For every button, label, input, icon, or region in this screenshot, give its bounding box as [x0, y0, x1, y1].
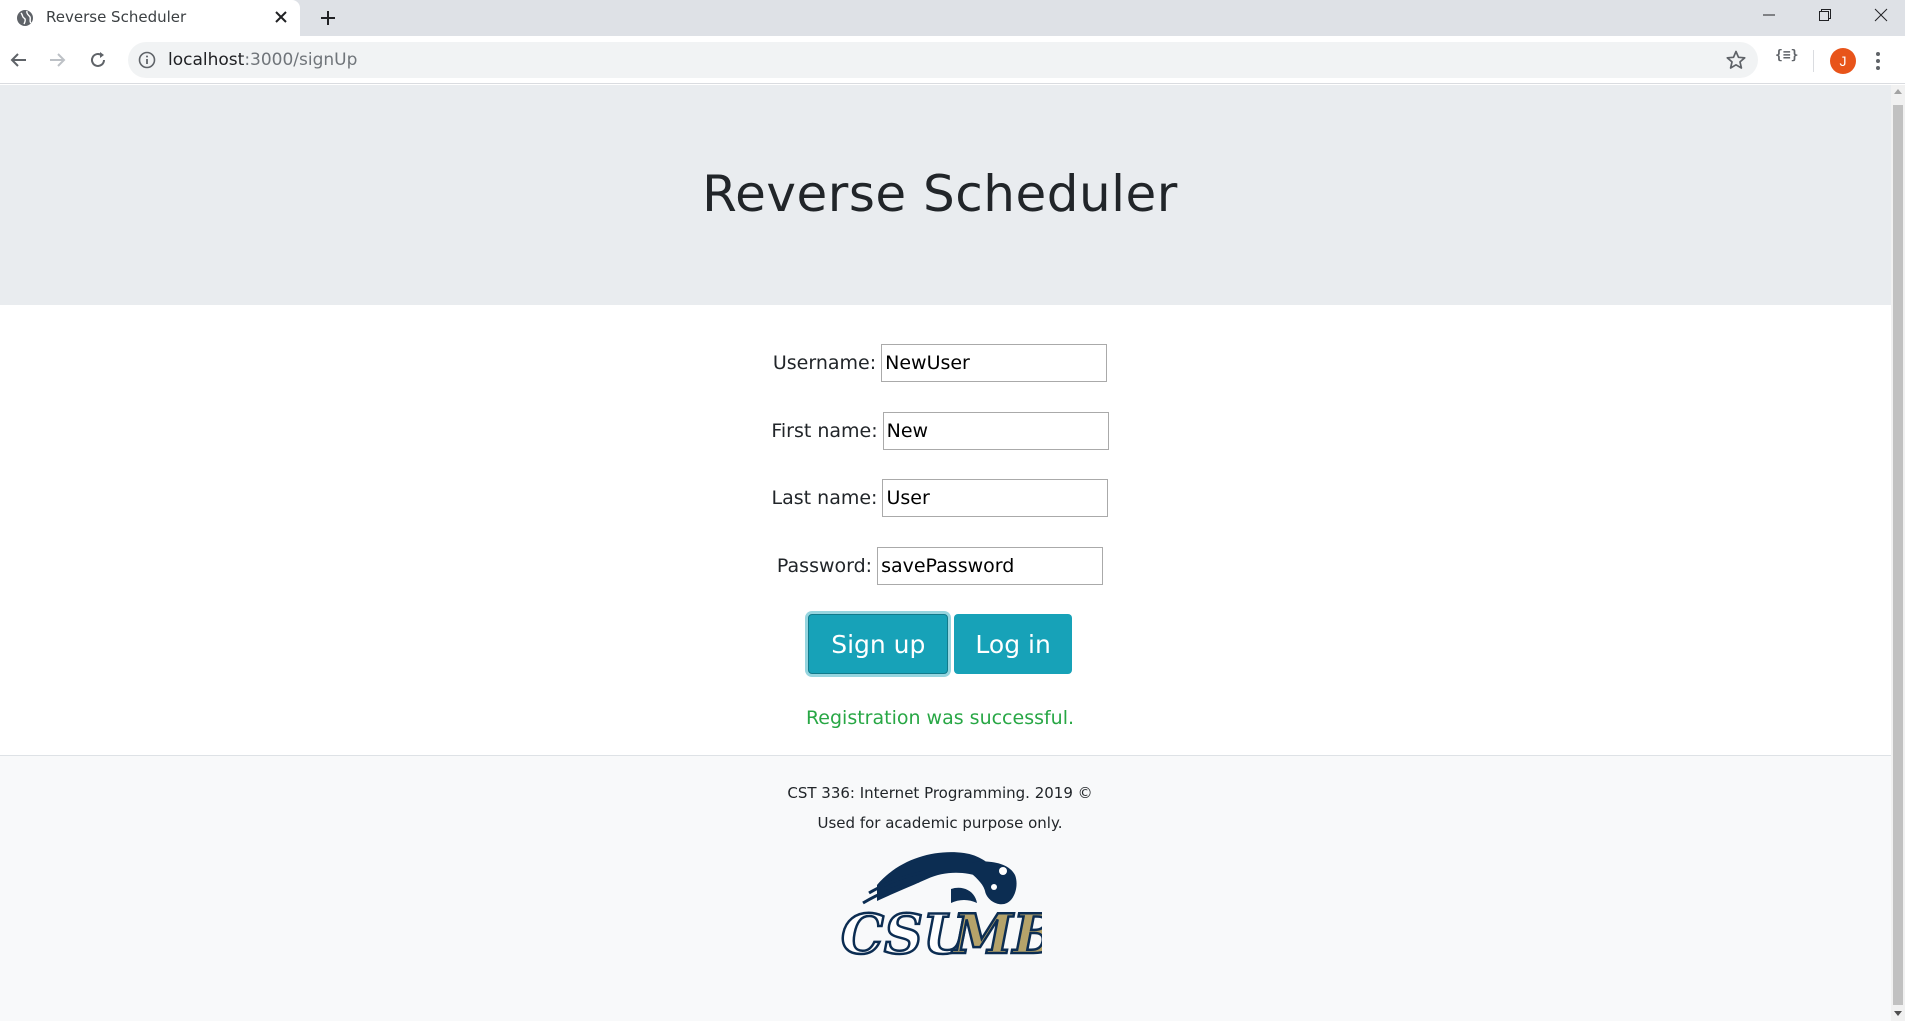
- browser-tab[interactable]: Reverse Scheduler: [0, 0, 300, 36]
- firstname-row: First name:: [0, 412, 1880, 450]
- page-viewport: Reverse Scheduler Username: First name: …: [0, 85, 1891, 1021]
- footer: CST 336: Internet Programming. 2019 © Us…: [0, 755, 1891, 1021]
- footer-course-text: CST 336: Internet Programming. 2019 ©: [787, 784, 1093, 802]
- browser-toolbar: localhost:3000/signUp: [0, 36, 1905, 84]
- reload-icon: [91, 52, 105, 67]
- username-label: Username:: [772, 352, 877, 374]
- minimize-icon: [1763, 14, 1775, 16]
- username-input[interactable]: [881, 344, 1108, 382]
- password-input[interactable]: [877, 547, 1104, 585]
- page-title: Reverse Scheduler: [702, 165, 1178, 223]
- close-icon: [1874, 8, 1888, 22]
- info-icon[interactable]: [138, 51, 156, 69]
- restore-button[interactable]: [1797, 0, 1853, 30]
- lastname-row: Last name:: [0, 479, 1880, 517]
- lastname-label: Last name:: [771, 487, 878, 509]
- new-tab-icon[interactable]: [316, 6, 340, 30]
- back-button[interactable]: [7, 48, 31, 72]
- restore-icon: [1819, 9, 1831, 21]
- star-icon[interactable]: [1725, 49, 1747, 71]
- password-label: Password:: [776, 555, 873, 577]
- form-buttons: Sign up Log in: [0, 614, 1880, 674]
- password-row: Password:: [0, 547, 1880, 585]
- scroll-thumb[interactable]: [1893, 105, 1903, 1005]
- login-button[interactable]: Log in: [954, 614, 1072, 674]
- arrow-right-icon: [50, 53, 66, 67]
- forward-button[interactable]: [45, 48, 69, 72]
- url-path: :3000/signUp: [244, 50, 358, 70]
- extension-icon[interactable]: {≡}: [1775, 48, 1798, 63]
- svg-text:MB: MB: [951, 902, 1042, 958]
- url-text[interactable]: localhost:3000/signUp: [168, 50, 357, 70]
- csumb-logo: CSU MB: [840, 852, 1042, 958]
- window-close-button[interactable]: [1853, 0, 1905, 30]
- firstname-input[interactable]: [882, 412, 1109, 450]
- status-message: Registration was successful.: [805, 707, 1075, 729]
- close-icon[interactable]: [270, 6, 292, 28]
- profile-avatar[interactable]: J: [1830, 48, 1856, 74]
- tab-strip: Reverse Scheduler: [0, 0, 1905, 36]
- tab-title: Reverse Scheduler: [46, 8, 187, 26]
- scroll-down-arrow-icon[interactable]: [1894, 1011, 1902, 1016]
- toolbar-divider: [1813, 50, 1814, 72]
- minimize-button[interactable]: [1741, 0, 1797, 30]
- url-host: localhost: [168, 50, 245, 70]
- lastname-input[interactable]: [882, 479, 1109, 517]
- scroll-up-arrow-icon[interactable]: [1894, 89, 1902, 94]
- firstname-label: First name:: [771, 420, 878, 442]
- globe-icon: [17, 10, 33, 26]
- signup-button[interactable]: Sign up: [808, 614, 949, 674]
- arrow-left-icon: [10, 53, 26, 67]
- address-bar[interactable]: localhost:3000/signUp: [128, 42, 1758, 78]
- footer-disclaimer: Used for academic purpose only.: [817, 814, 1063, 832]
- more-vert-icon[interactable]: [1874, 48, 1882, 74]
- reload-button[interactable]: [86, 48, 110, 72]
- username-row: Username:: [0, 344, 1880, 382]
- page-scrollbar[interactable]: [1891, 85, 1905, 1021]
- header-jumbotron: Reverse Scheduler: [0, 85, 1891, 305]
